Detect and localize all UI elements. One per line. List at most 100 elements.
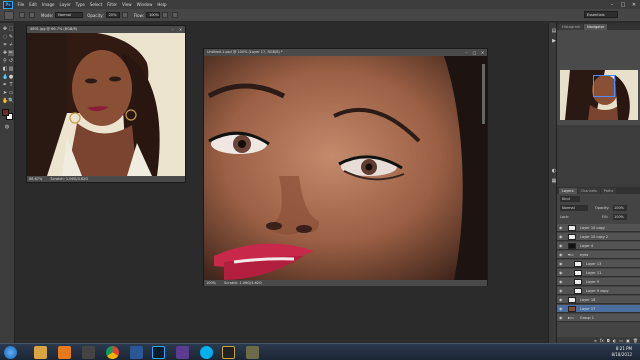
reference-doc-minimize-icon[interactable]: – <box>170 27 175 32</box>
marquee-tool-icon[interactable]: ⬚ <box>8 26 14 32</box>
layer-row[interactable]: ◉ Layer 13 <box>557 260 640 268</box>
visibility-eye-icon[interactable]: ◉ <box>559 289 563 293</box>
media-app-icon[interactable] <box>82 346 95 359</box>
visibility-eye-icon[interactable]: ◉ <box>559 271 563 275</box>
app3-icon[interactable] <box>246 346 259 359</box>
navigator-panel <box>557 30 640 125</box>
layer-thumbnail <box>574 261 582 267</box>
layer-thumbnail <box>568 306 576 312</box>
visibility-eye-icon[interactable]: ◉ <box>559 235 563 239</box>
system-clock[interactable]: 8:21 PM 8/18/2012 <box>611 346 632 358</box>
vlc-icon[interactable] <box>58 346 71 359</box>
menu-edit[interactable]: Edit <box>27 2 40 7</box>
visibility-eye-icon[interactable]: ◉ <box>559 298 563 302</box>
layer-row[interactable]: ◉ Layer 11 <box>557 269 640 277</box>
layer-opacity-label: Opacity: <box>595 206 610 210</box>
layer-name: Layer 17 <box>580 307 596 311</box>
menu-layer[interactable]: Layer <box>57 2 73 7</box>
chrome-icon[interactable] <box>106 346 119 359</box>
reference-doc-close-icon[interactable]: ✕ <box>178 27 183 32</box>
layer-group-row[interactable]: ◉ ▾▭ eyes <box>557 251 640 259</box>
skype-icon[interactable] <box>200 346 213 359</box>
fill-label: Fill: <box>602 215 608 219</box>
visibility-eye-icon[interactable]: ◉ <box>559 307 563 311</box>
start-button-icon[interactable] <box>4 346 17 359</box>
mode-select[interactable]: Normal <box>55 12 84 18</box>
layer-row[interactable]: ◉ Layer 4 <box>557 242 640 250</box>
workspace-select[interactable]: Essentials <box>584 11 618 18</box>
layer-row[interactable]: ◉ Layer 9 copy <box>557 287 640 295</box>
reference-doc-zoom[interactable]: 66.67% <box>29 176 42 182</box>
brush-size-icon[interactable] <box>19 12 25 18</box>
flow-field[interactable]: 100% <box>145 12 160 18</box>
layer-thumbnail <box>574 288 582 294</box>
reference-doc-status: 66.67% Scratch: 1.06G/4.62G <box>27 176 185 182</box>
eyedropper-tool-icon[interactable]: ⌿ <box>8 42 14 48</box>
app2-icon[interactable] <box>176 346 189 359</box>
menu-help[interactable]: Help <box>155 2 169 7</box>
photoshop-taskbar-icon[interactable] <box>152 346 165 359</box>
layer-name: Layer 11 <box>586 271 602 275</box>
foreground-color-swatch[interactable] <box>2 109 9 116</box>
shape-tool-icon[interactable]: ▭ <box>8 90 14 96</box>
pressure-opacity-icon[interactable] <box>121 12 128 18</box>
visibility-eye-icon[interactable]: ◉ <box>559 253 563 257</box>
visibility-eye-icon[interactable]: ◉ <box>559 262 563 266</box>
brush-tool-icon[interactable]: ✏ <box>8 50 14 56</box>
main-doc-zoom[interactable]: 100% <box>206 280 216 286</box>
main-doc-minimize-icon[interactable]: – <box>464 50 469 55</box>
layer-row-selected[interactable]: ◉ Layer 17 <box>557 305 640 313</box>
visibility-eye-icon[interactable]: ◉ <box>559 226 563 230</box>
main-vertical-scrollbar[interactable] <box>482 64 485 124</box>
layer-row[interactable]: ◉ Layer 10 copy <box>557 224 640 232</box>
layer-row[interactable]: ◉ Layer 9 <box>557 278 640 286</box>
layer-row[interactable]: ◉ Layer 18 <box>557 296 640 304</box>
layer-row[interactable]: ◉ Layer 10 copy 2 <box>557 233 640 241</box>
airbrush-icon[interactable] <box>161 12 168 18</box>
menu-image[interactable]: Image <box>39 2 57 7</box>
close-button[interactable]: ✕ <box>630 2 638 8</box>
menu-type[interactable]: Type <box>73 2 87 7</box>
navigator-view-box[interactable] <box>593 75 615 97</box>
layer-name: Layer 10 copy 2 <box>580 235 609 239</box>
menu-view[interactable]: View <box>120 2 135 7</box>
menu-filter[interactable]: Filter <box>105 2 120 7</box>
menu-bar: Ps File Edit Image Layer Type Select Fil… <box>0 0 640 9</box>
menu-window[interactable]: Window <box>134 2 155 7</box>
right-panel-dock: Histogram Navigator Layers Channels Path… <box>556 23 640 345</box>
quick-mask-icon[interactable]: ◍ <box>4 124 10 130</box>
quick-select-icon[interactable]: ✎ <box>8 34 14 40</box>
visibility-eye-icon[interactable]: ◉ <box>559 280 563 284</box>
maximize-button[interactable]: □ <box>619 2 627 8</box>
pressure-size-icon[interactable] <box>171 12 178 18</box>
blend-mode-select[interactable]: Normal <box>560 205 588 211</box>
brush-panel-icon[interactable] <box>29 12 35 18</box>
menu-select[interactable]: Select <box>87 2 104 7</box>
layer-group-row[interactable]: ◉ ▸▭ Group 1 <box>557 314 640 322</box>
main-canvas[interactable] <box>204 56 487 280</box>
navigator-thumbnail[interactable] <box>560 70 638 120</box>
menu-file[interactable]: File <box>15 2 27 7</box>
main-doc-maximize-icon[interactable]: □ <box>472 50 477 55</box>
layer-kind-filter[interactable]: Kind <box>560 196 580 202</box>
type-tool-icon[interactable]: T <box>8 82 14 88</box>
visibility-eye-icon[interactable]: ◉ <box>559 244 563 248</box>
layers-tabs: Layers Channels Paths <box>557 187 640 194</box>
history-brush-icon[interactable]: ↺ <box>8 58 14 64</box>
opacity-field[interactable]: 20% <box>105 12 120 18</box>
brush-tool-preset-icon[interactable] <box>4 10 14 20</box>
app-icon[interactable] <box>130 346 143 359</box>
main-doc-close-icon[interactable]: ✕ <box>480 50 485 55</box>
zoom-tool-icon[interactable]: 🔍 <box>8 98 14 104</box>
layer-thumbnail <box>568 234 576 240</box>
fill-field[interactable]: 100% <box>613 214 627 220</box>
dodge-tool-icon[interactable]: ● <box>8 74 14 80</box>
visibility-eye-icon[interactable]: ◉ <box>559 316 563 320</box>
minimize-button[interactable]: – <box>608 2 616 8</box>
main-document-window: Untitled-1.psd @ 100% (Layer 17, RGB/8) … <box>203 48 488 286</box>
league-icon[interactable] <box>222 346 235 359</box>
gradient-tool-icon[interactable]: ▥ <box>8 66 14 72</box>
layer-name: Layer 9 copy <box>586 289 609 293</box>
explorer-icon[interactable] <box>34 346 47 359</box>
layer-opacity-field[interactable]: 100% <box>613 205 627 211</box>
